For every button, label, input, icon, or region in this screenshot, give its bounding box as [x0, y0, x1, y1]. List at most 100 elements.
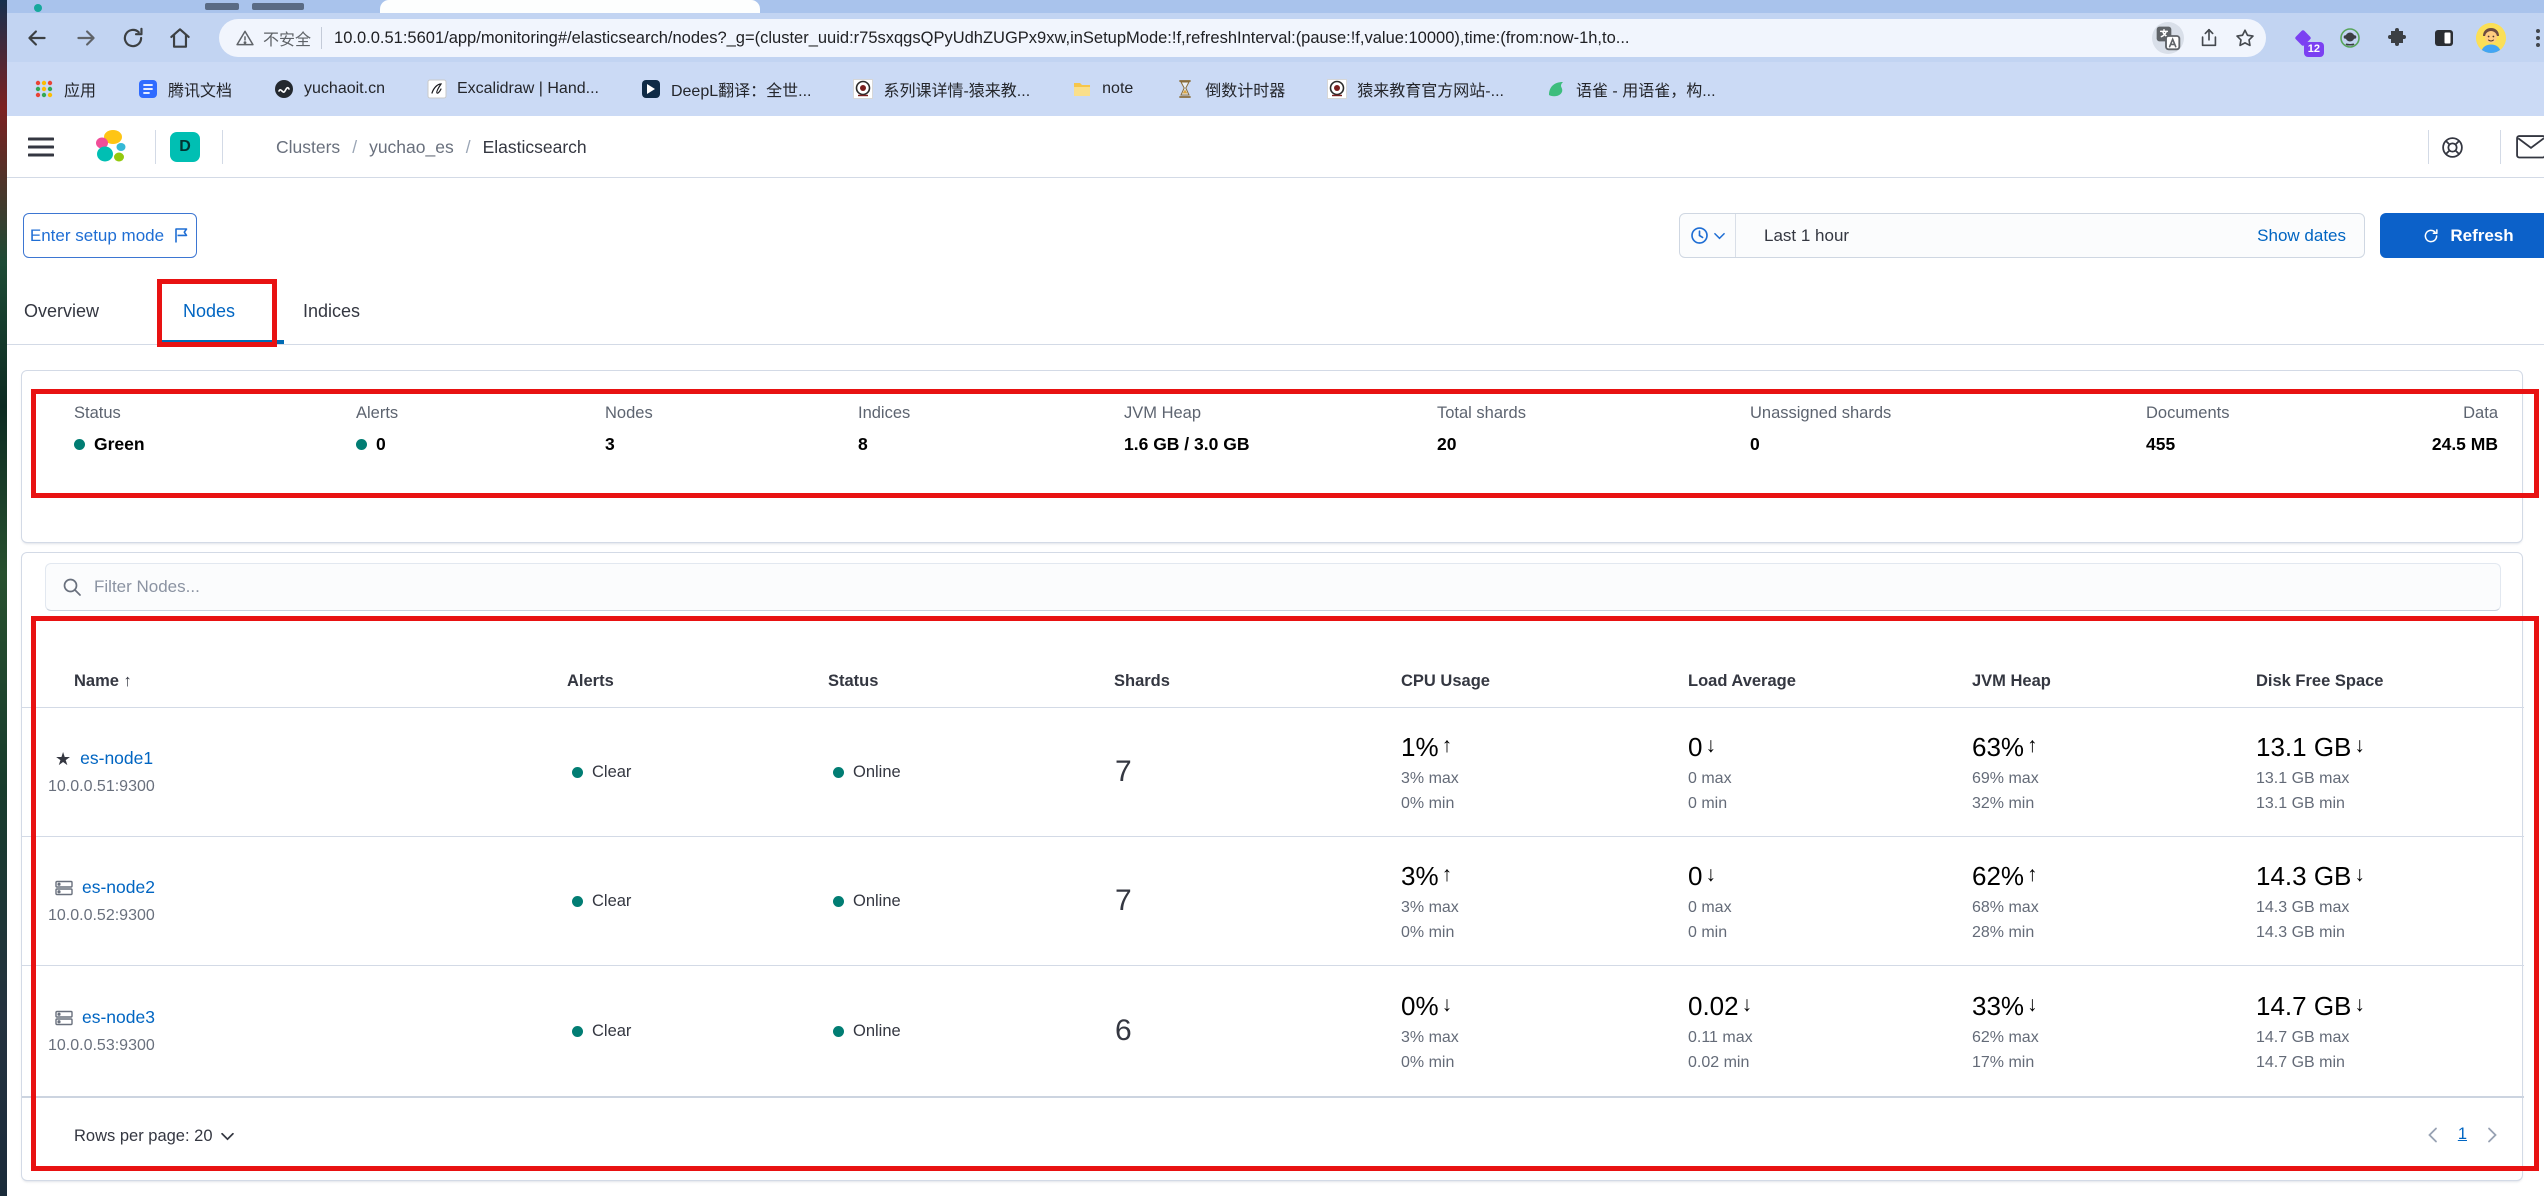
yuanlai-seal-icon	[1327, 79, 1347, 99]
time-picker-clock-button[interactable]	[1680, 214, 1736, 257]
refresh-button[interactable]: Refresh	[2380, 213, 2544, 258]
bookmark-excalidraw[interactable]: Excalidraw | Hand...	[427, 79, 599, 99]
background-tab-fragment[interactable]	[252, 3, 304, 10]
alerts-value: Clear	[592, 1022, 631, 1041]
stat-value: 1.6 GB / 3.0 GB	[1124, 434, 1249, 455]
elastic-logo[interactable]	[93, 129, 129, 165]
breadcrumb-cluster-name[interactable]: yuchao_es	[369, 137, 454, 158]
metric-max: 69% max	[1972, 770, 2039, 788]
time-range-value[interactable]: Last 1 hour	[1764, 226, 2257, 246]
yuque-icon	[1546, 79, 1566, 99]
alerts-cell: Clear	[572, 966, 631, 1096]
tab-nodes[interactable]: Nodes	[183, 289, 235, 333]
alerts-value: Clear	[592, 892, 631, 911]
column-header-status[interactable]: Status	[828, 655, 878, 708]
breadcrumb-separator: /	[352, 137, 357, 158]
excalidraw-icon	[427, 79, 447, 99]
back-icon[interactable]	[24, 25, 50, 51]
desktop-wallpaper-sliver	[0, 0, 7, 1196]
kibana-app: D Clusters / yuchao_es / Elasticsearch E…	[7, 116, 2544, 1196]
filter-nodes-searchbox[interactable]	[45, 563, 2501, 611]
bookmark-yuchaoit[interactable]: yuchaoit.cn	[274, 79, 385, 99]
column-header-load[interactable]: Load Average	[1688, 655, 1796, 708]
trend-icon: ↓	[1705, 734, 1716, 758]
stat-label: Indices	[858, 404, 910, 423]
forward-icon[interactable]	[73, 25, 99, 51]
bookmark-countdown-timer[interactable]: 倒数计时器	[1175, 77, 1285, 101]
jvm-heap-cell: 62%↑ 68% max 28% min	[1972, 837, 2039, 965]
cpu-usage-cell: 0%↓ 3% max 0% min	[1401, 966, 1459, 1096]
time-range-picker[interactable]: Last 1 hour Show dates	[1679, 213, 2365, 258]
extension-badge: 12	[2304, 42, 2324, 57]
stat-value: 20	[1437, 434, 1456, 455]
node-link[interactable]: es-node1	[80, 748, 153, 769]
enter-setup-mode-button[interactable]: Enter setup mode	[23, 213, 197, 258]
address-bar[interactable]: 不安全 10.0.0.51:5601/app/monitoring#/elast…	[219, 19, 2266, 57]
tab-overview[interactable]: Overview	[24, 289, 99, 333]
pinned-tab-favicon[interactable]	[34, 4, 42, 12]
column-header-jvm[interactable]: JVM Heap	[1972, 655, 2051, 708]
bookmark-yuque[interactable]: 语雀 - 用语雀，构...	[1546, 77, 1716, 101]
disk-free-cell: 14.7 GB↓ 14.7 GB max 14.7 GB min	[2256, 966, 2365, 1096]
column-header-alerts[interactable]: Alerts	[567, 655, 614, 708]
filter-nodes-input[interactable]	[94, 577, 2500, 597]
background-tab-fragment[interactable]	[205, 3, 239, 10]
active-tab[interactable]	[380, 0, 760, 13]
url-text[interactable]: 10.0.0.51:5601/app/monitoring#/elasticse…	[334, 29, 2144, 48]
browser-profile-avatar[interactable]	[2476, 23, 2506, 53]
metric-min: 0% min	[1401, 795, 1459, 813]
tab-indices[interactable]: Indices	[303, 289, 360, 333]
column-header-name[interactable]: Name ↑	[74, 655, 132, 708]
bookmark-deepl[interactable]: DeepL翻译：全世...	[641, 77, 812, 101]
metric-min: 0% min	[1401, 1054, 1459, 1072]
metric-max: 14.7 GB max	[2256, 1029, 2365, 1047]
tab-bar: Overview Nodes Indices	[7, 278, 2544, 344]
node-link[interactable]: es-node3	[82, 1007, 155, 1028]
cluster-summary-panel: Status Green Alerts 0 Nodes 3 Indices 8 …	[21, 370, 2523, 543]
help-icon[interactable]	[2440, 135, 2465, 160]
menu-hamburger-icon[interactable]	[28, 137, 54, 157]
reload-icon[interactable]	[120, 25, 146, 51]
bookmark-label: yuchaoit.cn	[304, 80, 385, 98]
status-cell: Online	[833, 966, 901, 1096]
previous-page-icon[interactable]	[2427, 1127, 2438, 1143]
table-row: ★es-node1 10.0.0.51:9300 Clear Online 7 …	[22, 708, 2524, 837]
header-divider	[222, 130, 223, 164]
column-header-shards[interactable]: Shards	[1114, 655, 1170, 708]
metric-min: 0 min	[1688, 795, 1732, 813]
bookmark-tencent-docs[interactable]: 腾讯文档	[138, 77, 232, 101]
bookmark-course-detail[interactable]: 系列课详情-猿来教...	[853, 77, 1030, 101]
space-badge[interactable]: D	[170, 132, 200, 162]
extension-monkey-icon[interactable]	[2335, 22, 2365, 54]
alerts-cell: Clear	[572, 837, 631, 965]
bookmark-apps[interactable]: 应用	[34, 77, 96, 101]
bookmark-note[interactable]: note	[1072, 79, 1133, 99]
share-icon[interactable]	[2198, 27, 2220, 49]
metric-max: 0 max	[1688, 899, 1732, 917]
browser-menu-kebab-icon[interactable]	[2523, 22, 2544, 54]
metric-max: 68% max	[1972, 899, 2039, 917]
mail-icon[interactable]	[2516, 135, 2544, 160]
column-header-cpu[interactable]: CPU Usage	[1401, 655, 1490, 708]
next-page-icon[interactable]	[2487, 1127, 2498, 1143]
home-icon[interactable]	[167, 25, 193, 51]
bookmark-yuanlai-edu[interactable]: 猿来教育官方网站-...	[1327, 77, 1504, 101]
show-dates-link[interactable]: Show dates	[2257, 226, 2346, 246]
extension-sidebar-icon[interactable]	[2429, 22, 2459, 54]
column-header-disk[interactable]: Disk Free Space	[2256, 655, 2384, 708]
not-secure-warning-icon	[235, 28, 255, 48]
page-number-1[interactable]: 1	[2458, 1125, 2467, 1144]
extensions-puzzle-icon[interactable]	[2382, 22, 2412, 54]
online-dot	[833, 896, 844, 907]
stat-unassigned-shards: Unassigned shards 0	[1750, 404, 1891, 455]
node-link[interactable]: es-node2	[82, 877, 155, 898]
clear-dot	[572, 767, 583, 778]
breadcrumb-clusters[interactable]: Clusters	[276, 137, 340, 158]
bookmark-star-icon[interactable]	[2234, 27, 2256, 49]
translate-icon[interactable]	[2152, 22, 2184, 54]
metric-min: 0% min	[1401, 924, 1459, 942]
chevron-down-icon	[1714, 232, 1725, 240]
rows-per-page-selector[interactable]: Rows per page: 20	[74, 1127, 234, 1146]
refresh-icon	[2422, 227, 2440, 245]
extension-diamond-icon[interactable]: 12	[2288, 22, 2318, 54]
